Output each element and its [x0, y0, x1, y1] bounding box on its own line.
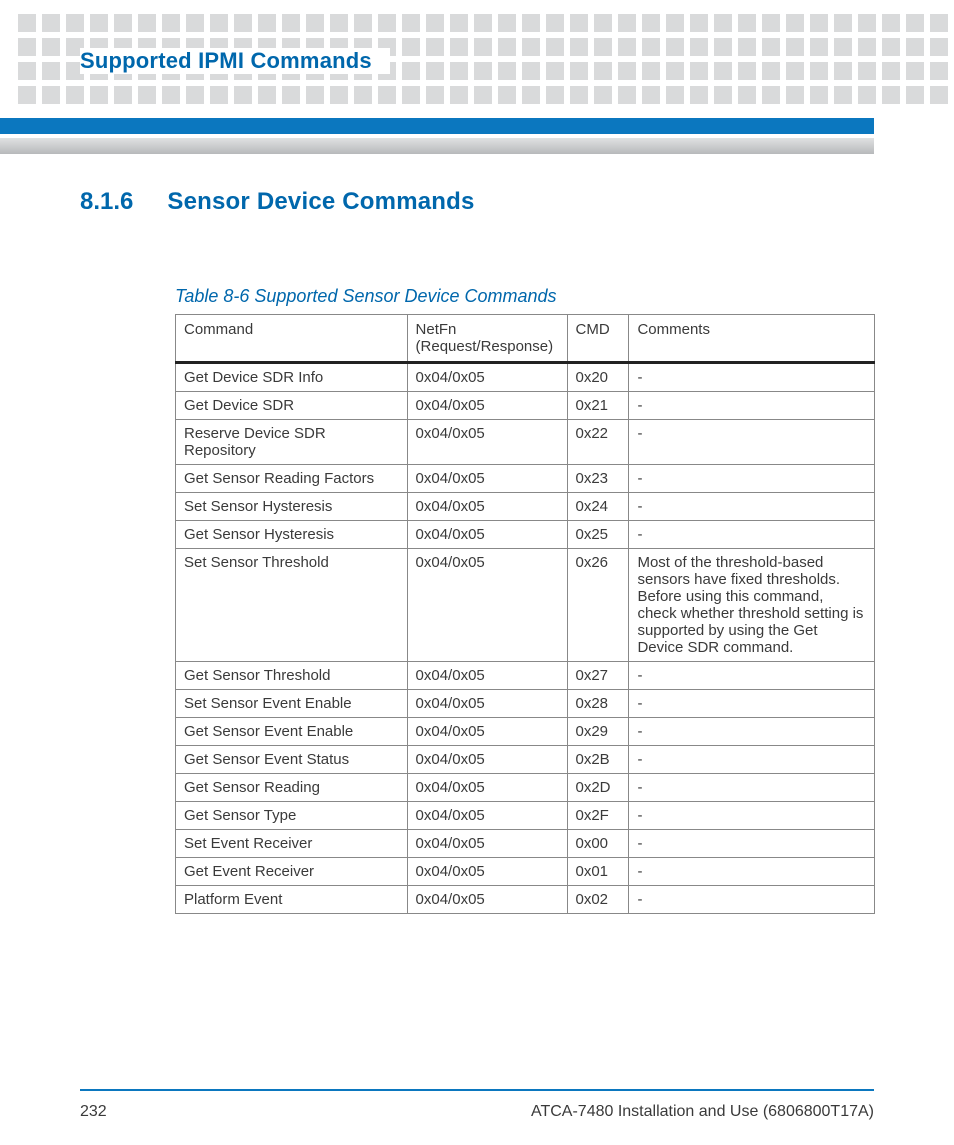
cell-command: Set Event Receiver	[176, 830, 408, 858]
cell-cmd: 0x21	[567, 392, 629, 420]
table-row: Get Sensor Hysteresis0x04/0x050x25-	[176, 521, 875, 549]
cell-command: Get Sensor Reading Factors	[176, 465, 408, 493]
table-row: Set Sensor Threshold0x04/0x050x26Most of…	[176, 549, 875, 662]
cell-comments: -	[629, 718, 875, 746]
th-comments: Comments	[629, 315, 875, 363]
cell-command: Get Sensor Event Enable	[176, 718, 408, 746]
cell-command: Get Sensor Type	[176, 802, 408, 830]
cell-netfn: 0x04/0x05	[407, 746, 567, 774]
cell-comments: -	[629, 420, 875, 465]
table-caption: Table 8-6 Supported Sensor Device Comman…	[175, 286, 557, 307]
table-row: Get Sensor Event Enable0x04/0x050x29-	[176, 718, 875, 746]
table-row: Set Event Receiver0x04/0x050x00-	[176, 830, 875, 858]
cell-cmd: 0x2D	[567, 774, 629, 802]
cell-netfn: 0x04/0x05	[407, 521, 567, 549]
table-row: Get Sensor Type0x04/0x050x2F-	[176, 802, 875, 830]
doc-reference: ATCA-7480 Installation and Use (6806800T…	[531, 1103, 874, 1121]
table-row: Get Sensor Reading0x04/0x050x2D-	[176, 774, 875, 802]
cell-comments: -	[629, 858, 875, 886]
cell-comments: -	[629, 392, 875, 420]
section-title: Sensor Device Commands	[167, 188, 474, 216]
table-row: Get Sensor Threshold0x04/0x050x27-	[176, 662, 875, 690]
table-row: Get Device SDR Info0x04/0x050x20-	[176, 363, 875, 392]
cell-comments: -	[629, 802, 875, 830]
th-command: Command	[176, 315, 408, 363]
table-row: Set Sensor Hysteresis0x04/0x050x24-	[176, 493, 875, 521]
cell-command: Platform Event	[176, 886, 408, 914]
cell-comments: -	[629, 465, 875, 493]
cell-command: Set Sensor Hysteresis	[176, 493, 408, 521]
cell-comments: -	[629, 774, 875, 802]
commands-table: Command NetFn (Request/Response) CMD Com…	[175, 314, 875, 914]
cell-cmd: 0x27	[567, 662, 629, 690]
cell-command: Set Sensor Event Enable	[176, 690, 408, 718]
cell-command: Get Event Receiver	[176, 858, 408, 886]
cell-comments: -	[629, 746, 875, 774]
cell-command: Set Sensor Threshold	[176, 549, 408, 662]
table-row: Get Device SDR0x04/0x050x21-	[176, 392, 875, 420]
cell-cmd: 0x22	[567, 420, 629, 465]
cell-comments: -	[629, 830, 875, 858]
table-row: Reserve Device SDR Repository0x04/0x050x…	[176, 420, 875, 465]
cell-netfn: 0x04/0x05	[407, 690, 567, 718]
cell-comments: -	[629, 521, 875, 549]
cell-netfn: 0x04/0x05	[407, 802, 567, 830]
table-header-row: Command NetFn (Request/Response) CMD Com…	[176, 315, 875, 363]
cell-cmd: 0x00	[567, 830, 629, 858]
cell-comments: Most of the threshold-based sensors have…	[629, 549, 875, 662]
cell-netfn: 0x04/0x05	[407, 549, 567, 662]
cell-netfn: 0x04/0x05	[407, 363, 567, 392]
cell-netfn: 0x04/0x05	[407, 392, 567, 420]
cell-command: Reserve Device SDR Repository	[176, 420, 408, 465]
cell-netfn: 0x04/0x05	[407, 718, 567, 746]
page-header-title: Supported IPMI Commands	[80, 48, 390, 74]
cell-cmd: 0x29	[567, 718, 629, 746]
page-number: 232	[80, 1103, 107, 1121]
table-row: Get Sensor Reading Factors0x04/0x050x23-	[176, 465, 875, 493]
footer-rule	[80, 1089, 874, 1091]
th-cmd: CMD	[567, 315, 629, 363]
section-number: 8.1.6	[80, 188, 133, 216]
table-row: Get Event Receiver0x04/0x050x01-	[176, 858, 875, 886]
cell-cmd: 0x26	[567, 549, 629, 662]
cell-netfn: 0x04/0x05	[407, 493, 567, 521]
cell-cmd: 0x20	[567, 363, 629, 392]
cell-netfn: 0x04/0x05	[407, 886, 567, 914]
cell-cmd: 0x2B	[567, 746, 629, 774]
cell-netfn: 0x04/0x05	[407, 830, 567, 858]
cell-netfn: 0x04/0x05	[407, 858, 567, 886]
cell-command: Get Sensor Event Status	[176, 746, 408, 774]
cell-netfn: 0x04/0x05	[407, 420, 567, 465]
cell-cmd: 0x24	[567, 493, 629, 521]
section-heading: 8.1.6 Sensor Device Commands	[80, 188, 475, 216]
cell-cmd: 0x02	[567, 886, 629, 914]
cell-netfn: 0x04/0x05	[407, 465, 567, 493]
cell-command: Get Device SDR	[176, 392, 408, 420]
th-netfn: NetFn (Request/Response)	[407, 315, 567, 363]
cell-comments: -	[629, 363, 875, 392]
cell-cmd: 0x25	[567, 521, 629, 549]
page-footer: 232 ATCA-7480 Installation and Use (6806…	[80, 1103, 874, 1121]
header-grey-bar	[0, 138, 874, 154]
header-blue-bar	[0, 118, 874, 134]
table-row: Platform Event0x04/0x050x02-	[176, 886, 875, 914]
cell-command: Get Device SDR Info	[176, 363, 408, 392]
cell-netfn: 0x04/0x05	[407, 774, 567, 802]
table-row: Get Sensor Event Status0x04/0x050x2B-	[176, 746, 875, 774]
cell-comments: -	[629, 886, 875, 914]
cell-cmd: 0x23	[567, 465, 629, 493]
cell-cmd: 0x28	[567, 690, 629, 718]
table-row: Set Sensor Event Enable0x04/0x050x28-	[176, 690, 875, 718]
cell-netfn: 0x04/0x05	[407, 662, 567, 690]
cell-command: Get Sensor Reading	[176, 774, 408, 802]
cell-cmd: 0x01	[567, 858, 629, 886]
cell-command: Get Sensor Hysteresis	[176, 521, 408, 549]
cell-comments: -	[629, 493, 875, 521]
cell-comments: -	[629, 662, 875, 690]
cell-command: Get Sensor Threshold	[176, 662, 408, 690]
cell-cmd: 0x2F	[567, 802, 629, 830]
cell-comments: -	[629, 690, 875, 718]
